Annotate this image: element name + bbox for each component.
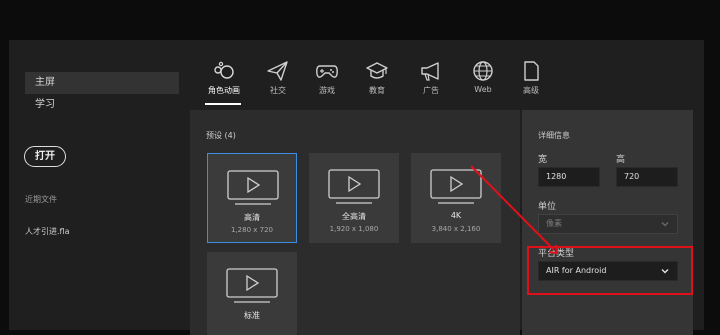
annotation-arrow bbox=[470, 165, 559, 255]
